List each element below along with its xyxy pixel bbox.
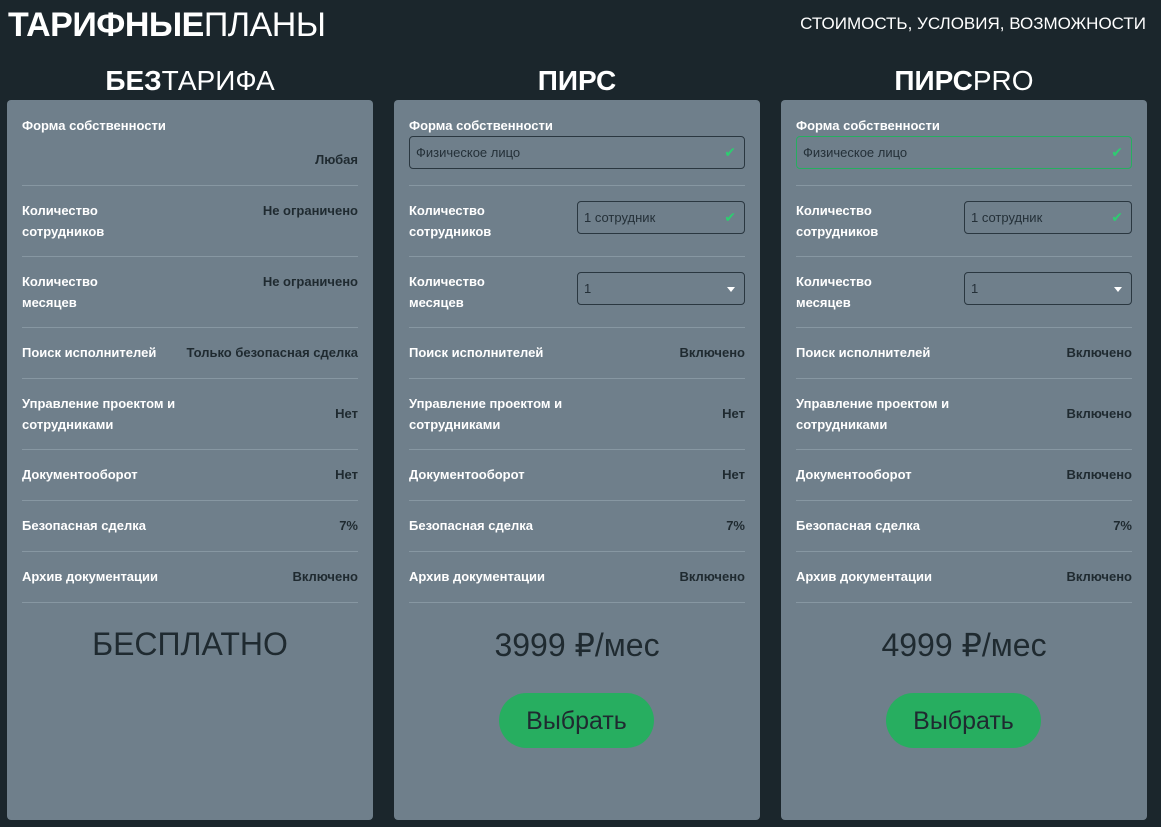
row-ownership: Форма собственности Любая [22, 112, 358, 186]
plan-column-free: БЕЗТАРИФА Форма собственности Любая Коли… [7, 62, 373, 820]
row-search: Поиск исполнителей Включено [409, 328, 745, 379]
months-select[interactable]: 1 [964, 272, 1132, 305]
plan-column-pirs: ПИРС Форма собственности Физическое лицо… [394, 62, 760, 820]
check-icon: ✔ [724, 209, 736, 225]
row-safe-deal: Безопасная сделка 7% [409, 501, 745, 552]
row-project: Управление проектом и сотрудниками Нет [22, 379, 358, 450]
months-select[interactable]: 1 [577, 272, 745, 305]
row-archive: Архив документации Включено [22, 552, 358, 603]
row-ownership: Форма собственности Физическое лицо ✔ [409, 112, 745, 186]
plan-card: Форма собственности Физическое лицо ✔ Ко… [781, 100, 1147, 820]
row-search: Поиск исполнителей Только безопасная сде… [22, 328, 358, 379]
check-icon: ✔ [1111, 144, 1123, 160]
row-archive: Архив документации Включено [409, 552, 745, 603]
row-months: Количество месяцев 1 [796, 257, 1132, 328]
employees-select[interactable]: 1 сотрудник ✔ [577, 201, 745, 234]
choose-button[interactable]: Выбрать [886, 693, 1041, 748]
row-docflow: Документооборот Включено [796, 450, 1132, 501]
chevron-down-icon [727, 287, 735, 292]
plan-price: 4999 ₽/мес [881, 627, 1047, 663]
row-project: Управление проектом и сотрудниками Нет [409, 379, 745, 450]
employees-select[interactable]: 1 сотрудник ✔ [964, 201, 1132, 234]
choose-button[interactable]: Выбрать [499, 693, 654, 748]
page-title: ТАРИФНЫЕПЛАНЫ [8, 6, 326, 44]
plan-price: БЕСПЛАТНО [92, 626, 288, 662]
row-archive: Архив документации Включено [796, 552, 1132, 603]
row-safe-deal: Безопасная сделка 7% [796, 501, 1132, 552]
plan-column-pirs-pro: ПИРСPRO Форма собственности Физическое л… [781, 62, 1147, 820]
row-months: Количество месяцев Не ограничено [22, 257, 358, 328]
row-employees: Количество сотрудников Не ограничено [22, 186, 358, 257]
row-project: Управление проектом и сотрудниками Включ… [796, 379, 1132, 450]
row-months: Количество месяцев 1 [409, 257, 745, 328]
chevron-down-icon [1114, 287, 1122, 292]
row-docflow: Документооборот Нет [409, 450, 745, 501]
ownership-select[interactable]: Физическое лицо ✔ [409, 136, 745, 169]
row-docflow: Документооборот Нет [22, 450, 358, 501]
plan-name: ПИРС [537, 65, 617, 96]
row-employees: Количество сотрудников 1 сотрудник ✔ [796, 186, 1132, 257]
plan-price: 3999 ₽/мес [494, 627, 660, 663]
row-ownership: Форма собственности Физическое лицо ✔ [796, 112, 1132, 186]
ownership-select[interactable]: Физическое лицо ✔ [796, 136, 1132, 169]
plan-name: БЕЗТАРИФА [105, 65, 275, 96]
row-employees: Количество сотрудников 1 сотрудник ✔ [409, 186, 745, 257]
plan-name: ПИРСPRO [894, 65, 1034, 96]
row-search: Поиск исполнителей Включено [796, 328, 1132, 379]
check-icon: ✔ [1111, 209, 1123, 225]
row-safe-deal: Безопасная сделка 7% [22, 501, 358, 552]
header: ТАРИФНЫЕПЛАНЫ СТОИМОСТЬ, УСЛОВИЯ, ВОЗМОЖ… [0, 0, 1161, 52]
check-icon: ✔ [724, 144, 736, 160]
header-subtitle: СТОИМОСТЬ, УСЛОВИЯ, ВОЗМОЖНОСТИ [800, 14, 1146, 33]
plan-card: Форма собственности Любая Количество сот… [7, 100, 373, 820]
plan-card: Форма собственности Физическое лицо ✔ Ко… [394, 100, 760, 820]
